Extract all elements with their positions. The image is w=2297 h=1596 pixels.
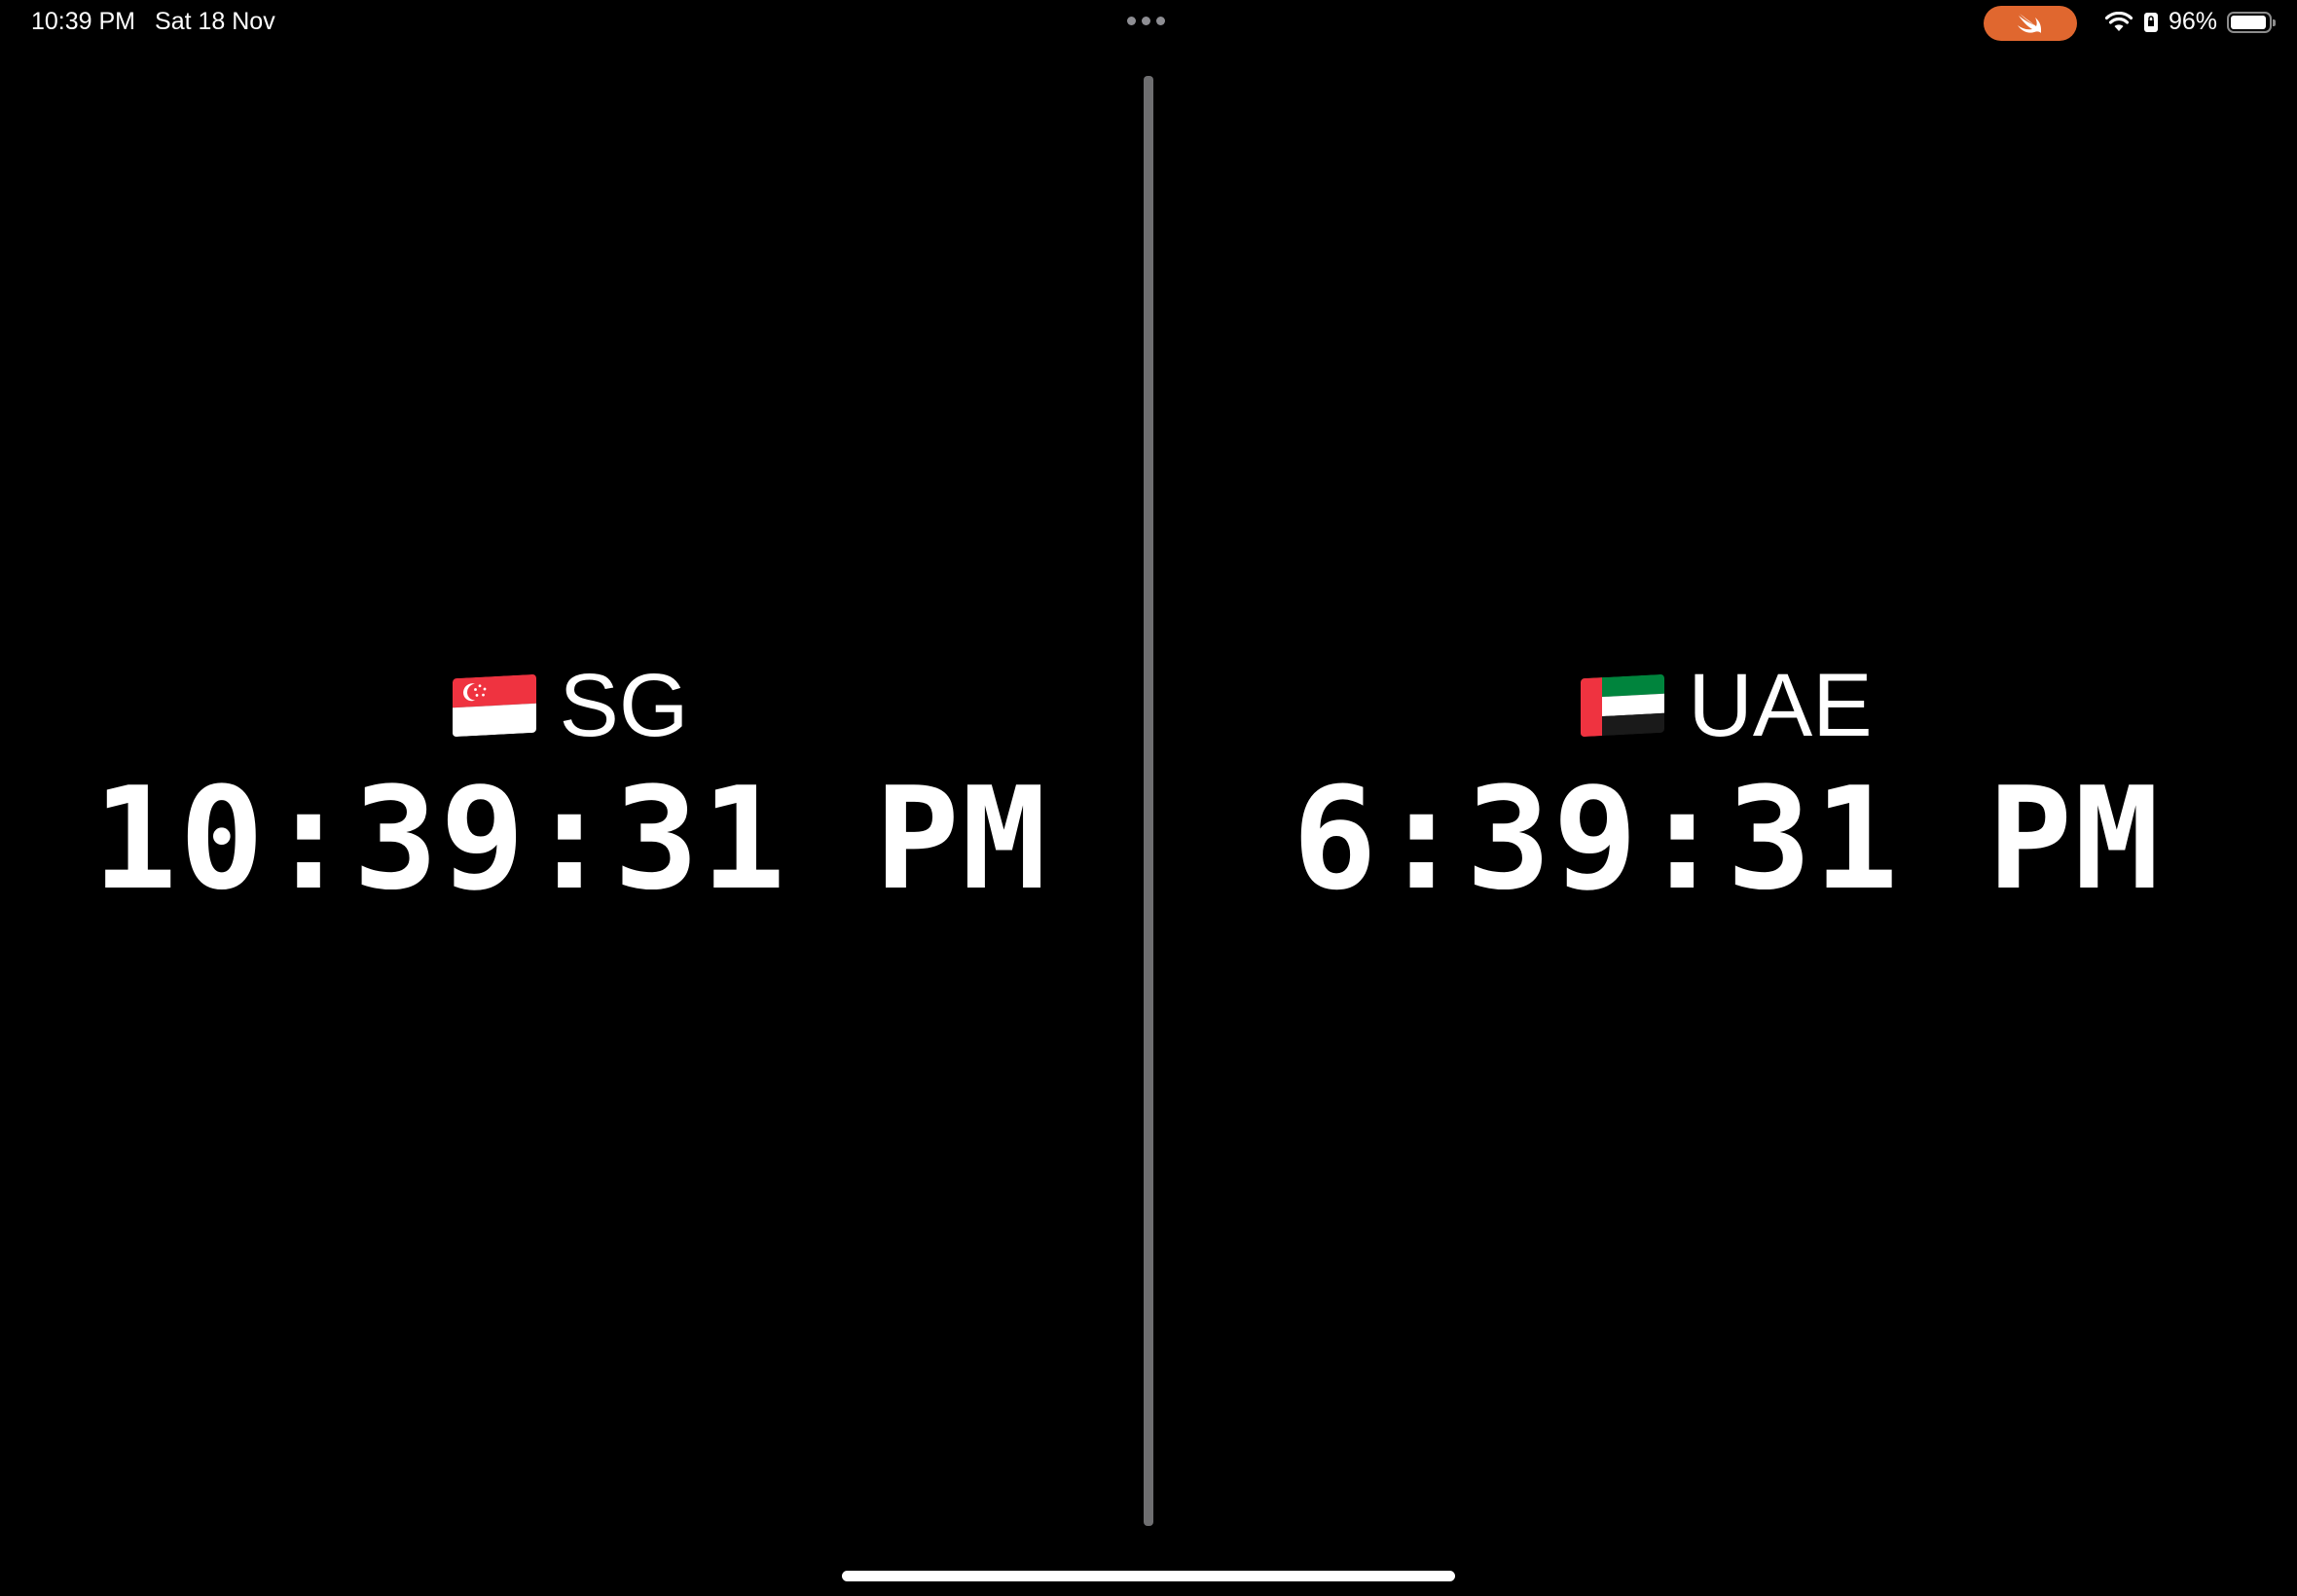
swift-icon — [2018, 14, 2042, 33]
status-bar-left: 10:39 PM Sat 18 Nov — [31, 8, 275, 36]
status-bar: 10:39 PM Sat 18 Nov 96% — [0, 0, 2297, 47]
battery-icon — [2227, 11, 2276, 33]
clock-time: 10:39:31 PM — [91, 756, 1049, 922]
home-indicator[interactable] — [842, 1571, 1455, 1581]
city-header: UAE — [1581, 655, 1873, 755]
status-time: 10:39 PM — [31, 8, 136, 35]
more-dots-icon[interactable] — [1127, 17, 1165, 25]
city-label: UAE — [1688, 655, 1873, 755]
singapore-flag-icon — [452, 673, 536, 737]
clock-pane-uae: UAE 6:39:31 PM — [1156, 47, 2297, 1536]
status-bar-right: 96% — [2104, 8, 2276, 36]
swift-playgrounds-indicator[interactable] — [1984, 6, 2077, 41]
clock-time: 6:39:31 PM — [1292, 756, 2162, 922]
uae-flag-icon — [1581, 673, 1665, 737]
battery-percent: 96% — [2168, 8, 2217, 35]
clock-pane-sg: SG 10:39:31 PM — [0, 47, 1141, 1536]
city-label: SG — [559, 655, 689, 755]
status-date: Sat 18 Nov — [155, 8, 275, 35]
split-view-divider[interactable] — [1144, 76, 1153, 1526]
wifi-icon — [2104, 11, 2133, 31]
lock-rotation-icon — [2143, 12, 2158, 32]
city-header: SG — [452, 655, 689, 755]
